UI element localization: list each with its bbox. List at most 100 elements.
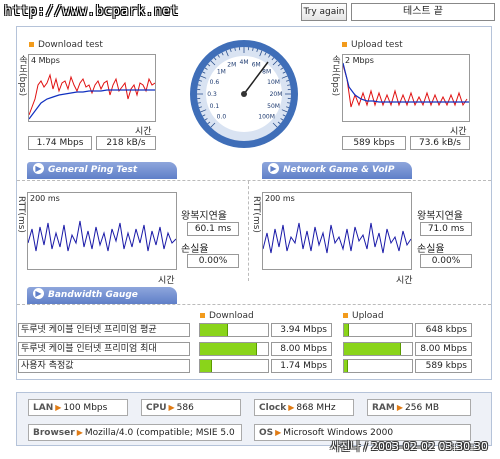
lan-info: LAN ▶ 100 Mbps xyxy=(28,399,128,416)
upload-bar xyxy=(343,342,413,356)
game-ping-line xyxy=(263,222,411,254)
section-divider-vertical xyxy=(248,181,249,281)
upload-bar-value: 648 kbps xyxy=(415,323,472,337)
download-rate-value: 218 kB/s xyxy=(96,136,156,150)
arrow-right-icon: ▶ xyxy=(168,403,175,412)
game-loss-label: 손실율 xyxy=(417,244,445,255)
upload-graph-plot xyxy=(343,62,469,108)
general-ping-y-axis: RTT(ms) xyxy=(16,196,26,233)
tab-network-game[interactable]: ▶ Network Game & VoIP Test xyxy=(262,162,412,192)
cpu-label: CPU xyxy=(146,403,167,413)
download-speed-line xyxy=(29,73,155,116)
upload-bar-fill xyxy=(344,360,349,372)
upload-y-axis: 속도(bps) xyxy=(330,55,340,97)
ram-label: RAM xyxy=(372,403,395,413)
status-text: 테스트 끝 xyxy=(351,3,495,21)
general-rtt-value: 60.1 ms xyxy=(187,222,239,236)
upload-rate-value: 73.6 kB/s xyxy=(410,136,470,150)
download-bar-value: 3.94 Mbps xyxy=(271,323,332,337)
gauge-tick-label: 6M xyxy=(252,61,261,68)
gauge-tick-label: 0.6 xyxy=(210,79,220,86)
general-ping-plot xyxy=(28,220,176,252)
upload-speed-value: 589 kbps xyxy=(342,136,406,150)
section-divider xyxy=(17,180,491,181)
arrow-right-icon: ▶ xyxy=(275,428,282,437)
download-bar xyxy=(199,323,269,337)
os-label: OS xyxy=(259,428,274,438)
game-loss-value: 0.00% xyxy=(420,254,472,268)
general-ping-line xyxy=(28,220,176,252)
browser-label: Browser xyxy=(33,428,75,438)
game-rtt-value: 71.0 ms xyxy=(420,222,472,236)
gauge-tick-label: 8M xyxy=(262,68,271,75)
arrow-right-icon: ▶ xyxy=(396,403,404,412)
bandwidth-divider xyxy=(17,304,491,305)
game-rtt-label: 왕복지연율 xyxy=(417,211,463,222)
arrow-right-icon: ▶ xyxy=(33,163,44,174)
tab-general-ping[interactable]: ▶ General Ping Test xyxy=(27,162,177,179)
upload-bar xyxy=(343,359,413,373)
download-speed-value: 1.74 Mbps xyxy=(28,136,92,150)
tab-bandwidth-gauge[interactable]: ▶ Bandwidth Gauge xyxy=(27,287,177,304)
upload-bar-value: 8.00 Mbps xyxy=(415,342,472,356)
os-value: Microsoft Windows 2000 xyxy=(283,428,394,438)
gauge-tick-label: 100M xyxy=(258,114,275,121)
game-ping-graph: 200 ms xyxy=(262,192,412,270)
general-ping-graph: 200 ms xyxy=(27,192,177,270)
download-bar-value: 8.00 Mbps xyxy=(271,342,332,356)
upload-bar-value: 589 kbps xyxy=(415,359,472,373)
ram-info: RAM ▶ 256 MB xyxy=(367,399,471,416)
bandwidth-download-header: Download xyxy=(200,311,254,321)
download-bar-fill xyxy=(200,360,213,372)
general-rtt-label: 왕복지연율 xyxy=(181,211,227,222)
upload-bar-fill xyxy=(344,324,349,336)
game-ping-time-label: 시간 xyxy=(396,276,413,286)
gauge-tick-label: 20M xyxy=(270,91,283,98)
bandwidth-upload-header: Upload xyxy=(343,311,384,321)
watermark: 사진나 / 2003-02-02 03:30:30 xyxy=(330,440,488,453)
download-bar xyxy=(199,359,269,373)
site-url: http://www.bcpark.net xyxy=(4,4,179,19)
bandwidth-row-label: 두루넷 케이블 인터넷 프리미엄 평균 xyxy=(18,323,190,337)
upload-graph: 2 Mbps xyxy=(342,54,470,122)
download-test-title: Download test xyxy=(29,40,103,50)
download-bar-fill xyxy=(200,343,258,355)
gauge-tick-label: 0.3 xyxy=(207,91,217,98)
bandwidth-row-label: 사용자 측정값 xyxy=(18,359,190,373)
arrow-right-icon: ▶ xyxy=(268,163,279,174)
gauge-tick-label: 10M xyxy=(267,79,280,86)
arrow-right-icon: ▶ xyxy=(76,428,83,437)
upload-test-title: Upload test xyxy=(342,40,403,50)
arrow-right-icon: ▶ xyxy=(33,288,44,299)
lan-value: 100 Mbps xyxy=(63,403,108,413)
lan-label: LAN xyxy=(33,403,54,413)
speed-gauge: 0.0 0.1 0.3 0.6 1M2M 4M 6M8M 10M 20M 50M 100M xyxy=(190,40,298,148)
tab-bandwidth-gauge-label: Bandwidth Gauge xyxy=(48,290,138,300)
game-ping-plot xyxy=(263,222,411,254)
browser-value: Mozilla/4.0 (compatible; MSIE 5.0 xyxy=(84,428,235,438)
gauge-tick-label: 2M xyxy=(227,61,236,68)
download-bar xyxy=(199,342,269,356)
tab-general-ping-label: General Ping Test xyxy=(48,165,138,175)
cpu-value: 586 xyxy=(176,403,194,413)
browser-info: Browser ▶ Mozilla/4.0 (compatible; MSIE 5.… xyxy=(28,424,242,441)
download-bar-fill xyxy=(200,324,228,336)
upload-bar xyxy=(343,323,413,337)
gauge-tick-label: 4M xyxy=(240,59,249,66)
clock-value: 868 MHz xyxy=(296,403,336,413)
cpu-info: CPU ▶ 586 xyxy=(141,399,241,416)
game-ping-y-axis: RTT(ms) xyxy=(251,196,261,233)
bandwidth-row-label: 두루넷 케이블 인터넷 프리미엄 최대 xyxy=(18,342,190,356)
general-loss-label: 손실율 xyxy=(181,244,209,255)
general-loss-value: 0.00% xyxy=(187,254,239,268)
download-graph-plot xyxy=(29,73,155,120)
try-again-button[interactable]: Try again xyxy=(301,3,347,21)
download-bar-value: 1.74 Mbps xyxy=(271,359,332,373)
gauge-tick-label: 0.1 xyxy=(210,103,220,110)
gauge-tick-label: 0.0 xyxy=(217,114,227,121)
general-ping-time-label: 시간 xyxy=(158,276,175,286)
gauge-hub xyxy=(241,91,247,97)
gauge-tick-label: 1M xyxy=(217,68,226,75)
arrow-right-icon: ▶ xyxy=(288,403,295,412)
clock-info: Clock ▶ 868 MHz xyxy=(254,399,354,416)
